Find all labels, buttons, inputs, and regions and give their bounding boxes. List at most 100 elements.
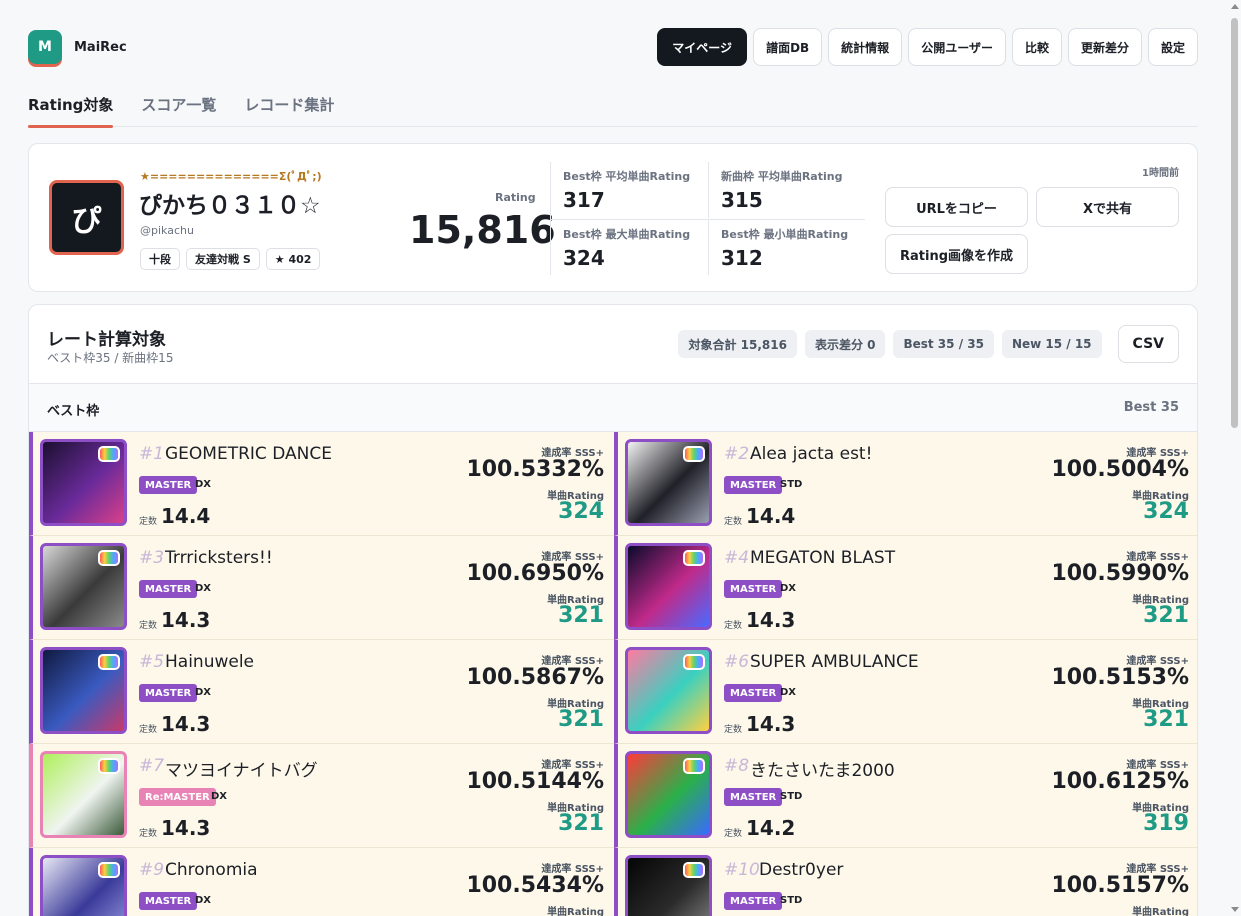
difficulty-badge: MASTER bbox=[724, 892, 783, 910]
full-combo-badge-icon bbox=[98, 550, 120, 566]
const-label: 定数 bbox=[139, 829, 158, 839]
nav-public-users-button[interactable]: 公開ユーザー bbox=[908, 28, 1006, 66]
best-frame-header: ベスト枠 Best 35 bbox=[29, 384, 1197, 432]
stat-label: Best枠 平均単曲Rating bbox=[563, 170, 691, 183]
full-combo-badge-icon bbox=[683, 446, 705, 462]
nav-stats-button[interactable]: 統計情報 bbox=[828, 28, 903, 66]
song-card[interactable]: #6 SUPER AMBULANCE MASTER DX 定数 14.3 達成率 SSS+ 1… bbox=[614, 640, 1197, 744]
difficulty-badge: MASTER bbox=[139, 580, 198, 598]
const-label: 定数 bbox=[724, 829, 743, 839]
player-nickname: ★==============Σ(ﾟДﾟ;) bbox=[140, 170, 322, 183]
single-rating-value: 321 bbox=[558, 707, 604, 732]
chart-type: DX bbox=[211, 791, 228, 802]
brand[interactable]: M MaiRec bbox=[28, 30, 127, 64]
song-card[interactable]: #2 Alea jacta est! MASTER STD 定数 14.4 達成率 SSS+… bbox=[614, 432, 1197, 536]
achievement-value: 100.5332% bbox=[466, 457, 604, 482]
nav-chart-db-button[interactable]: 譜面DB bbox=[753, 28, 823, 66]
const-label: 定数 bbox=[724, 517, 743, 527]
song-rank: #6 bbox=[724, 652, 750, 672]
tab-score-list[interactable]: スコア一覧 bbox=[141, 94, 216, 127]
const-value: 14.3 bbox=[746, 712, 796, 736]
chart-type: STD bbox=[780, 479, 803, 490]
chart-type: DX bbox=[780, 583, 797, 594]
song-card[interactable]: #9ChronomiaMASTERDX定数14.4達成率 SSS+100.543… bbox=[29, 848, 614, 916]
full-combo-badge-icon bbox=[683, 758, 705, 774]
difficulty-badge: MASTER bbox=[139, 476, 198, 494]
copy-url-button[interactable]: URLをコピー bbox=[885, 187, 1028, 227]
stat-value: 315 bbox=[721, 188, 763, 212]
summary-pills: 対象合計 15,816 表示差分 0 Best 35 / 35 New 15 /… bbox=[678, 325, 1179, 363]
page-scrollbar[interactable] bbox=[1230, 2, 1239, 914]
nav-settings-button[interactable]: 設定 bbox=[1147, 28, 1198, 66]
single-rating-value: 324 bbox=[558, 499, 604, 524]
song-title: Trrricksters!! bbox=[165, 548, 273, 568]
song-title: MEGATON BLAST bbox=[750, 548, 896, 568]
achievement-value: 100.5144% bbox=[466, 769, 604, 794]
profile-chips: 十段 友達対戦 S ★ 402 bbox=[140, 248, 321, 270]
scroll-down-icon[interactable] bbox=[1231, 907, 1239, 912]
full-combo-badge-icon bbox=[98, 446, 120, 462]
song-title: マツヨイナイトバグ bbox=[165, 761, 318, 781]
stat-best-min: Best枠 最小単曲Rating 312 bbox=[708, 219, 865, 275]
tab-record-summary[interactable]: レコード集計 bbox=[244, 94, 334, 127]
brand-name[interactable]: MaiRec bbox=[74, 40, 127, 55]
song-title: Chronomia bbox=[165, 860, 258, 880]
nav-compare-button[interactable]: 比較 bbox=[1011, 28, 1062, 66]
profile-card: ぴ ★==============Σ(ﾟДﾟ;) ぴかち０３１０☆ @pikac… bbox=[28, 143, 1198, 292]
song-jacket bbox=[40, 543, 127, 630]
full-combo-badge-icon bbox=[98, 758, 120, 774]
main-nav: マイページ 譜面DB 統計情報 公開ユーザー 比較 更新差分 設定 bbox=[657, 28, 1198, 66]
const-value: 14.3 bbox=[746, 608, 796, 632]
song-card[interactable]: #3 Trrricksters!! MASTER DX 定数 14.3 達成率 SSS+ 10… bbox=[29, 536, 614, 640]
difficulty-badge: MASTER bbox=[724, 476, 783, 494]
achievement-value: 100.5157% bbox=[1051, 873, 1189, 898]
difficulty-badge: MASTER bbox=[139, 684, 198, 702]
stat-best-average: Best枠 平均単曲Rating 317 bbox=[551, 162, 708, 218]
diff-pill: 表示差分 0 bbox=[804, 330, 886, 358]
song-jacket bbox=[40, 855, 127, 916]
scroll-up-icon[interactable] bbox=[1231, 4, 1239, 9]
song-card[interactable]: #8 きたさいたま2000 MASTER STD 定数 14.2 達成率 SSS+ 100.6… bbox=[614, 744, 1197, 848]
stat-value: 324 bbox=[563, 246, 605, 270]
chart-type: DX bbox=[195, 479, 212, 490]
song-jacket bbox=[625, 647, 712, 734]
song-title: SUPER AMBULANCE bbox=[750, 652, 919, 672]
song-jacket bbox=[40, 647, 127, 734]
chart-type: STD bbox=[780, 791, 803, 802]
song-card[interactable]: #10Destr0yerMASTERSTD定数14.3達成率 SSS+100.5… bbox=[614, 848, 1197, 916]
const-label: 定数 bbox=[139, 621, 158, 631]
song-rank: #10 bbox=[724, 860, 760, 880]
song-title: Alea jacta est! bbox=[750, 444, 873, 464]
difficulty-badge: Re:MASTER bbox=[139, 788, 216, 806]
song-rank: #3 bbox=[139, 548, 165, 568]
song-jacket bbox=[625, 855, 712, 916]
nav-mypage-button[interactable]: マイページ bbox=[657, 28, 748, 66]
best-frame-title: ベスト枠 bbox=[47, 404, 100, 419]
full-combo-badge-icon bbox=[98, 654, 120, 670]
chart-type: DX bbox=[780, 687, 797, 698]
achievement-value: 100.6950% bbox=[466, 561, 604, 586]
make-rating-image-button[interactable]: Rating画像を作成 bbox=[885, 234, 1028, 274]
const-label: 定数 bbox=[139, 725, 158, 735]
share-x-button[interactable]: Xで共有 bbox=[1036, 187, 1179, 227]
best-count-pill: Best 35 / 35 bbox=[893, 330, 994, 358]
song-card[interactable]: #7 マツヨイナイトバグ Re:MASTER DX 定数 14.3 達成率 SSS+ 100.… bbox=[29, 744, 614, 848]
full-combo-badge-icon bbox=[683, 862, 705, 878]
tab-rating-target[interactable]: Rating対象 bbox=[28, 94, 114, 128]
rating-value: 15,816 bbox=[409, 208, 556, 252]
const-value: 14.3 bbox=[161, 816, 211, 840]
const-value: 14.2 bbox=[746, 816, 796, 840]
nav-update-diff-button[interactable]: 更新差分 bbox=[1067, 28, 1142, 66]
brand-logo-icon[interactable]: M bbox=[28, 30, 62, 64]
csv-button[interactable]: CSV bbox=[1117, 325, 1179, 363]
song-rank: #1 bbox=[139, 444, 165, 464]
song-card[interactable]: #1 GEOMETRIC DANCE MASTER DX 定数 14.4 達成率 SSS+ 1… bbox=[29, 432, 614, 536]
stat-value: 317 bbox=[563, 188, 605, 212]
song-card[interactable]: #4 MEGATON BLAST MASTER DX 定数 14.3 達成率 SSS+ 100… bbox=[614, 536, 1197, 640]
full-combo-badge-icon bbox=[683, 654, 705, 670]
song-card[interactable]: #5 Hainuwele MASTER DX 定数 14.3 達成率 SSS+ 100.586… bbox=[29, 640, 614, 744]
song-rank: #4 bbox=[724, 548, 750, 568]
difficulty-badge: MASTER bbox=[724, 684, 783, 702]
scrollbar-thumb[interactable] bbox=[1231, 18, 1238, 428]
top-bar: M MaiRec マイページ 譜面DB 統計情報 公開ユーザー 比較 更新差分 … bbox=[28, 0, 1198, 94]
